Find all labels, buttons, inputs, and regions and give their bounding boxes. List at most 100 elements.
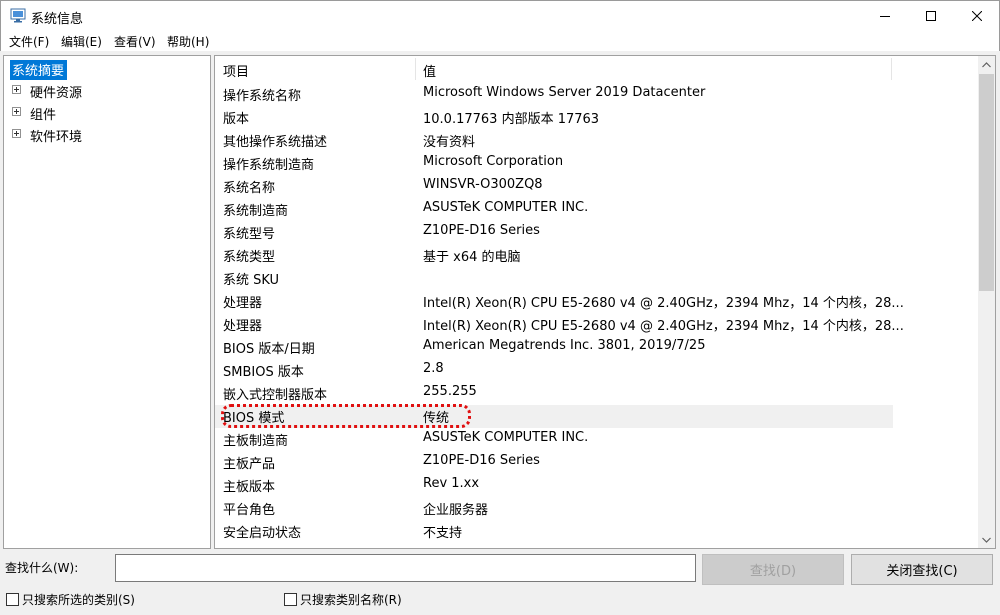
category-tree[interactable]: 系统摘要 硬件资源 组件 软件环境 — [3, 55, 211, 549]
item-value-cell: ASUSTeK COMPUTER INC. — [423, 430, 589, 445]
table-row[interactable]: 操作系统名称 Microsoft Windows Server 2019 Data… — [215, 83, 893, 106]
item-name-cell: 主板制造商 — [223, 434, 289, 449]
expand-icon[interactable] — [12, 85, 21, 94]
item-name-cell: 处理器 — [223, 319, 263, 334]
item-value-cell: 传统 — [423, 411, 450, 426]
table-row[interactable]: 其他操作系统描述 没有资料 — [215, 129, 893, 152]
item-name-cell: SMBIOS 版本 — [223, 365, 304, 380]
column-header-value[interactable]: 值 — [423, 61, 436, 80]
item-value-cell: Intel(R) Xeon(R) CPU E5-2680 v4 @ 2.40GH… — [423, 296, 904, 311]
menu-help[interactable]: 帮助(H) — [167, 33, 209, 50]
table-row[interactable]: 处理器 Intel(R) Xeon(R) CPU E5-2680 v4 @ 2.4… — [215, 290, 904, 313]
item-value-cell: Microsoft Windows Server 2019 Datacenter — [423, 85, 706, 100]
table-row[interactable]: 主板制造商 ASUSTeK COMPUTER INC. — [215, 428, 893, 451]
minimize-button[interactable] — [862, 1, 908, 30]
table-row[interactable]: SMBIOS 版本 2.8 — [215, 359, 893, 382]
item-value-cell: 企业服务器 — [423, 503, 489, 518]
tree-item-label: 软件环境 — [30, 130, 83, 145]
vertical-scrollbar[interactable] — [978, 56, 995, 548]
item-value-cell: 没有资料 — [423, 135, 476, 150]
item-name-cell: BIOS 版本/日期 — [223, 342, 315, 357]
chevron-up-icon — [982, 61, 991, 67]
item-name-cell: 处理器 — [223, 296, 263, 311]
tree-item-hardware-resources[interactable]: 硬件资源 — [4, 81, 210, 101]
item-name-cell: 系统制造商 — [223, 204, 289, 219]
tree-item-software-environment[interactable]: 软件环境 — [4, 125, 210, 145]
checkbox-box[interactable] — [284, 593, 297, 606]
menu-file[interactable]: 文件(F) — [9, 33, 49, 50]
item-value-cell: Z10PE-D16 Series — [423, 223, 540, 238]
table-row[interactable]: 处理器 Intel(R) Xeon(R) CPU E5-2680 v4 @ 2.4… — [215, 313, 904, 336]
item-name-cell: 主板版本 — [223, 480, 276, 495]
table-row[interactable]: 系统型号 Z10PE-D16 Series — [215, 221, 893, 244]
column-header-item[interactable]: 项目 — [223, 61, 249, 80]
item-name-cell: 操作系统制造商 — [223, 158, 315, 173]
search-category-names-checkbox[interactable]: 只搜索类别名称(R) — [284, 591, 414, 607]
table-row[interactable]: 主板产品 Z10PE-D16 Series — [215, 451, 893, 474]
table-row[interactable]: 系统 SKU — [215, 267, 893, 290]
find-input[interactable] — [115, 554, 696, 582]
item-value-cell: 2.8 — [423, 361, 444, 376]
scroll-down-button[interactable] — [978, 531, 995, 548]
table-row[interactable]: BIOS 版本/日期 American Megatrends Inc. 3801,… — [215, 336, 893, 359]
table-row[interactable]: BIOS 模式 传统 — [215, 405, 893, 428]
item-value-cell: 不支持 — [423, 526, 463, 541]
item-value-cell: Rev 1.xx — [423, 476, 480, 491]
find-button[interactable]: 查找(D) — [702, 554, 844, 585]
close-icon — [972, 10, 982, 21]
checkbox-label: 只搜索所选的类别(S) — [22, 593, 135, 607]
scroll-up-button[interactable] — [978, 56, 995, 73]
table-row[interactable]: 平台角色 企业服务器 — [215, 497, 893, 520]
window-title: 系统信息 — [31, 12, 84, 27]
item-name-cell: 其他操作系统描述 — [223, 135, 328, 150]
item-value-cell: 基于 x64 的电脑 — [423, 250, 521, 265]
item-value-cell: Z10PE-D16 Series — [423, 453, 540, 468]
title-bar[interactable]: 系统信息 — [0, 0, 1000, 30]
table-row[interactable]: 嵌入式控制器版本 255.255 — [215, 382, 893, 405]
expand-icon[interactable] — [12, 107, 21, 116]
expand-icon[interactable] — [12, 129, 21, 138]
item-name-cell: 操作系统名称 — [223, 89, 302, 104]
item-value-cell: 255.255 — [423, 384, 477, 399]
tree-item-label: 硬件资源 — [30, 86, 83, 101]
menu-bar: 文件(F) 编辑(E) 查看(V) 帮助(H) — [0, 30, 1000, 51]
menu-edit[interactable]: 编辑(E) — [61, 33, 102, 50]
minimize-icon — [880, 15, 890, 17]
tree-item-components[interactable]: 组件 — [4, 103, 210, 123]
list-header: 项目 值 — [215, 56, 893, 83]
details-list[interactable]: 项目 值 操作系统名称 Microsoft Windows Server 2019… — [214, 55, 996, 549]
chevron-down-icon — [982, 537, 991, 543]
table-row[interactable]: 版本 10.0.17763 内部版本 17763 — [215, 106, 893, 129]
item-value-cell: Microsoft Corporation — [423, 154, 564, 169]
item-value-cell: Intel(R) Xeon(R) CPU E5-2680 v4 @ 2.40GH… — [423, 319, 904, 334]
scroll-thumb[interactable] — [979, 74, 994, 291]
item-name-cell: BIOS 模式 — [223, 411, 285, 426]
checkbox-box[interactable] — [6, 593, 19, 606]
menu-view[interactable]: 查看(V) — [114, 33, 156, 50]
close-button[interactable] — [954, 1, 1000, 30]
item-name-cell: 系统名称 — [223, 181, 276, 196]
item-name-cell: 版本 — [223, 112, 250, 127]
checkbox-label: 只搜索类别名称(R) — [300, 593, 402, 607]
item-name-cell: 主板产品 — [223, 457, 276, 472]
tree-item-system-summary[interactable]: 系统摘要 — [4, 59, 210, 80]
system-info-app-icon — [10, 8, 26, 23]
tree-item-label: 组件 — [30, 108, 57, 123]
item-value-cell: American Megatrends Inc. 3801, 2019/7/25 — [423, 338, 706, 353]
table-row[interactable]: 操作系统制造商 Microsoft Corporation — [215, 152, 893, 175]
close-find-button[interactable]: 关闭查找(C) — [851, 554, 993, 585]
table-row[interactable]: 主板版本 Rev 1.xx — [215, 474, 893, 497]
column-divider[interactable] — [415, 58, 416, 80]
find-label: 查找什么(W): — [5, 561, 79, 575]
item-name-cell: 平台角色 — [223, 503, 276, 518]
table-row[interactable]: 系统名称 WINSVR-O300ZQ8 — [215, 175, 893, 198]
table-row[interactable]: 系统类型 基于 x64 的电脑 — [215, 244, 893, 267]
table-row[interactable]: 安全启动状态 不支持 — [215, 520, 893, 543]
maximize-button[interactable] — [908, 1, 954, 30]
column-divider[interactable] — [891, 58, 892, 80]
maximize-icon — [926, 10, 936, 21]
item-value-cell: ASUSTeK COMPUTER INC. — [423, 200, 589, 215]
item-name-cell: 系统类型 — [223, 250, 276, 265]
table-row[interactable]: 系统制造商 ASUSTeK COMPUTER INC. — [215, 198, 893, 221]
search-selected-category-checkbox[interactable]: 只搜索所选的类别(S) — [6, 591, 156, 607]
